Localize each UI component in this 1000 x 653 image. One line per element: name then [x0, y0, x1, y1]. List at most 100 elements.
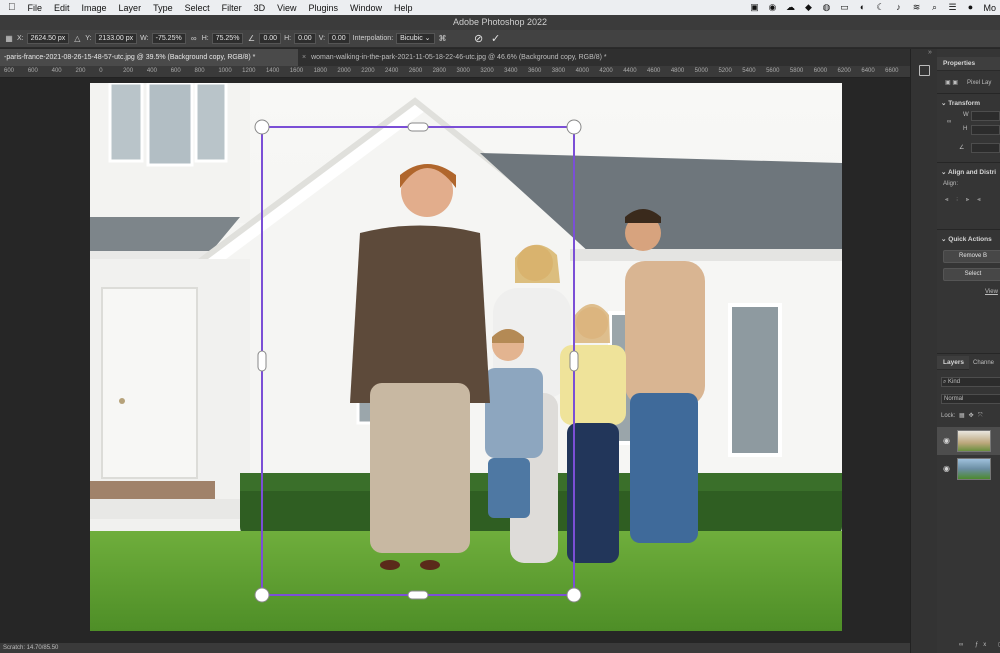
remove-background-button[interactable]: Remove B — [943, 250, 1000, 263]
width-field[interactable] — [971, 111, 1000, 121]
record-icon[interactable]: ◉ — [767, 3, 777, 12]
menu-3d[interactable]: 3D — [248, 3, 272, 13]
ruler-tick: 5200 — [718, 68, 732, 74]
menu-window[interactable]: Window — [344, 3, 388, 13]
h-label: H: — [201, 35, 209, 42]
clock-label[interactable]: Mo — [983, 3, 996, 13]
menu-bar:  File Edit Image Layer Type Select Filt… — [0, 0, 1000, 15]
ruler-tick: 3600 — [527, 68, 542, 74]
app-icon[interactable]: ◐ — [857, 3, 867, 12]
ruler-tick: 5400 — [742, 68, 756, 74]
ruler-tick: 2200 — [361, 68, 375, 74]
family-photo — [90, 83, 842, 631]
x-label: X: — [17, 35, 24, 42]
dropbox-icon[interactable]: ◆ — [803, 3, 813, 12]
lock-icons[interactable]: ▦✥⤧ — [959, 412, 987, 420]
height-field[interactable] — [971, 125, 1000, 135]
properties-panel: Properties ▣ ▣ Pixel Lay ⌄ Transform ∞ W… — [937, 49, 1000, 653]
canvas-area[interactable] — [0, 78, 910, 643]
layer-background-copy[interactable]: ◉ — [937, 427, 1000, 455]
x-input[interactable]: 2624.50 px — [26, 33, 70, 44]
select-subject-button[interactable]: Select — [943, 268, 1000, 281]
sync-icon[interactable]: ◍ — [821, 3, 831, 12]
ruler-tick: 2600 — [408, 68, 423, 74]
commit-transform-icon[interactable]: ✓ — [489, 32, 503, 46]
align-label: Align: — [943, 181, 959, 187]
view-more-link[interactable]: View — [985, 289, 998, 295]
ruler-tick: 600 — [170, 68, 181, 74]
width-input[interactable]: -75.25% — [151, 33, 186, 44]
height-input[interactable]: 75.25% — [211, 33, 244, 44]
close-tab-icon[interactable]: × — [302, 54, 306, 61]
tab-paris[interactable]: -paris-france-2021-08-26-15-48-57-utc.jp… — [0, 49, 298, 66]
y-input[interactable]: 2133.00 px — [94, 33, 138, 44]
menu-layer[interactable]: Layer — [113, 3, 148, 13]
filter-kind: ⌕ Kind — [943, 379, 961, 385]
ruler-tick: 200 — [123, 68, 134, 74]
lock-label: Lock: — [941, 413, 956, 419]
ruler-tick: 600 — [27, 68, 38, 74]
vskew-input[interactable]: 0.00 — [328, 33, 350, 44]
music-icon[interactable]: ♪ — [893, 3, 903, 12]
siri-icon[interactable]: ● — [965, 3, 975, 12]
link-icon[interactable]: ∞ — [189, 34, 199, 44]
wifi-icon[interactable]: ≋ — [911, 3, 921, 12]
layer-footer-icons[interactable]: ∞ ƒx ▢ — [959, 641, 1000, 648]
ruler-tick: 1400 — [265, 68, 280, 74]
layer-thumbnail — [957, 430, 991, 452]
quick-actions-section[interactable]: ⌄ Quick Actions — [941, 235, 992, 243]
interpolation-select[interactable]: Bicubic ⌄ — [396, 33, 435, 44]
ruler-tick: 2400 — [385, 68, 399, 74]
transform-section[interactable]: ⌄ Transform — [941, 99, 980, 107]
menu-edit[interactable]: Edit — [48, 3, 76, 13]
tab-layers[interactable]: Layers — [937, 356, 969, 370]
tab-woman-walking[interactable]: × woman-walking-in-the-park-2021-11-05-18… — [298, 49, 658, 66]
tab-properties[interactable]: Properties — [937, 57, 1000, 71]
ruler-tick: 600 — [4, 68, 15, 74]
ruler-tick: 200 — [75, 68, 86, 74]
warp-mode-icon[interactable]: ⌘ — [438, 34, 448, 44]
ruler-tick: 3800 — [551, 68, 566, 74]
ruler-tick: 4600 — [647, 68, 661, 74]
apple-menu-icon[interactable]:  — [0, 2, 22, 13]
reference-point-icon[interactable]: ▦ — [4, 34, 14, 44]
delta-icon[interactable]: △ — [72, 34, 82, 44]
tab-channels[interactable]: Channe — [973, 360, 994, 366]
control-center-icon[interactable]: ☰ — [947, 3, 957, 12]
angle-input[interactable]: 0.00 — [259, 33, 282, 44]
menu-select[interactable]: Select — [179, 3, 216, 13]
hskew-label: H: — [284, 35, 292, 42]
camera-icon[interactable]: ▣ — [749, 3, 759, 12]
link-icon[interactable]: ∞ — [947, 119, 951, 125]
blend-mode-value: Normal — [944, 396, 964, 402]
menu-view[interactable]: View — [271, 3, 302, 13]
eye-icon[interactable]: ◉ — [943, 464, 950, 473]
ruler-tick: 6400 — [861, 68, 875, 74]
layer-background[interactable]: ◉ — [937, 455, 1000, 483]
collapse-panels-icon[interactable]: » — [928, 49, 932, 56]
align-buttons-icon[interactable]: ⫷⫶⫸⫷ — [945, 197, 989, 204]
ruler-tick: 4200 — [599, 68, 613, 74]
ruler-tick: 6200 — [837, 68, 851, 74]
hskew-input[interactable]: 0.00 — [294, 33, 316, 44]
w-label: W: — [140, 35, 149, 42]
angle-field[interactable] — [971, 143, 1000, 153]
eye-icon[interactable]: ◉ — [943, 436, 950, 445]
menu-file[interactable]: File — [22, 3, 49, 13]
properties-panel-icon[interactable] — [919, 65, 930, 76]
document-image[interactable] — [90, 83, 842, 631]
angle-icon: ∠ — [247, 33, 256, 43]
menu-help[interactable]: Help — [388, 3, 419, 13]
menu-image[interactable]: Image — [76, 3, 113, 13]
pixel-layer-label: Pixel Lay — [967, 80, 992, 86]
creative-cloud-icon[interactable]: ☁ — [785, 3, 795, 12]
moon-icon[interactable]: ☾ — [875, 3, 885, 12]
menu-type[interactable]: Type — [147, 3, 179, 13]
align-section[interactable]: ⌄ Align and Distri — [941, 168, 996, 176]
search-icon[interactable]: ⌕ — [929, 3, 939, 12]
battery-icon[interactable]: ▭ — [839, 3, 849, 12]
menu-plugins[interactable]: Plugins — [302, 3, 344, 13]
cancel-transform-icon[interactable]: ⊘ — [472, 32, 486, 46]
menu-filter[interactable]: Filter — [216, 3, 248, 13]
ruler-tick: 5800 — [789, 68, 804, 74]
